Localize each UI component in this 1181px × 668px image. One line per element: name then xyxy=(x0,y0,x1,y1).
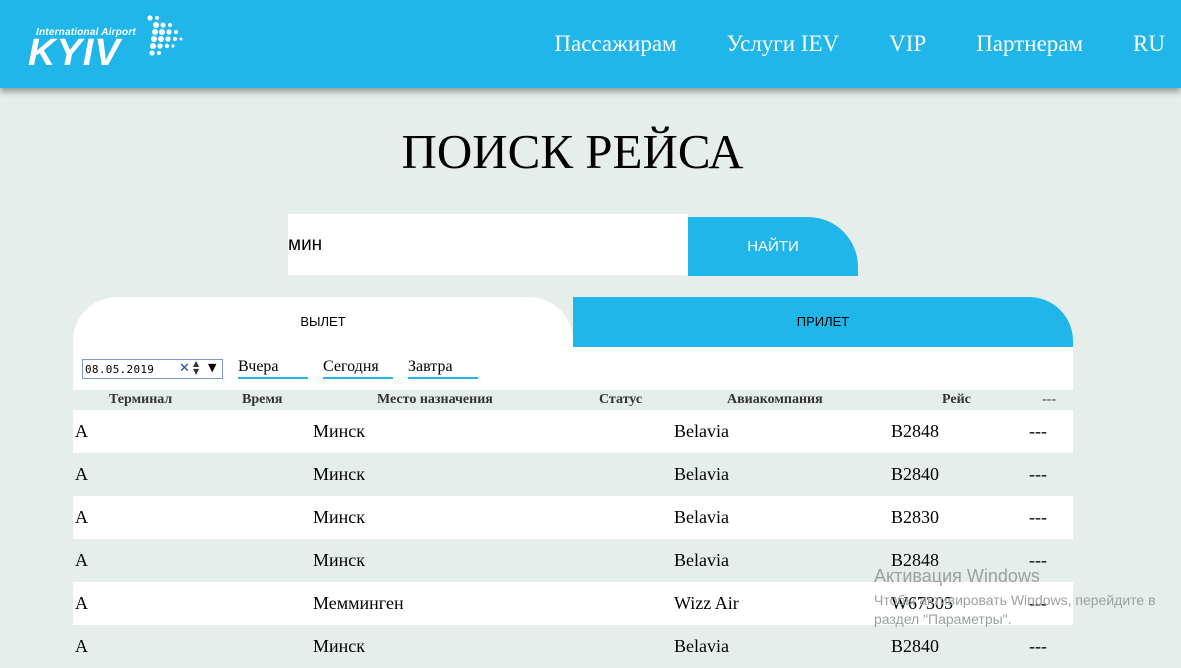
cell-destination: Минск xyxy=(313,464,366,484)
language-switcher[interactable]: RU xyxy=(1133,30,1165,58)
table-row[interactable]: A Минск Belavia B2840 --- xyxy=(73,453,1073,496)
page-title: ПОИСК РЕЙСА xyxy=(401,124,744,179)
windows-activation-title: Активация Windows xyxy=(874,566,1040,586)
kyiv-airport-logo[interactable]: International Airport KYIV xyxy=(28,14,188,74)
cell-extra: --- xyxy=(1029,507,1047,527)
table-row[interactable]: A Минск Belavia B2848 --- xyxy=(73,410,1073,453)
table-row[interactable]: A Минск Belavia B2830 --- xyxy=(73,496,1073,539)
cell-airline: Belavia xyxy=(674,550,729,570)
cell-destination: Минск xyxy=(313,507,366,527)
cell-extra: --- xyxy=(1029,421,1047,441)
date-picker-input[interactable]: 08.05.2019 ✕ ▲ ▼ ▼ xyxy=(82,359,223,379)
windows-activation-text: Чтобы активировать Windows, перейдите в … xyxy=(874,592,1156,627)
cell-flight: B2840 xyxy=(891,464,940,484)
header-flight[interactable]: Рейс xyxy=(942,390,971,410)
cell-extra: --- xyxy=(1029,636,1047,656)
date-value: 08.05.2019 xyxy=(85,363,155,376)
cell-airline: Belavia xyxy=(674,507,729,527)
tab-arrival[interactable]: ПРИЛЕТ xyxy=(573,297,1073,347)
cell-terminal: A xyxy=(75,636,88,656)
flight-search-input[interactable] xyxy=(288,214,688,275)
logo-dots-icon xyxy=(147,15,183,56)
cell-terminal: A xyxy=(75,593,88,613)
spinner-icon[interactable]: ▲ ▼ xyxy=(193,360,199,376)
logo-wordmark: KYIV xyxy=(28,32,121,74)
main-nav: Пассажирам Услуги IEV VIP Партнерам RU xyxy=(554,30,1165,58)
cell-destination: Мемминген xyxy=(313,593,404,613)
cell-flight: B2840 xyxy=(891,636,940,656)
header-time[interactable]: Время xyxy=(242,390,282,410)
today-button[interactable]: Сегодня xyxy=(323,358,393,379)
date-filter-bar: 08.05.2019 ✕ ▲ ▼ ▼ Вчера Сегодня Завтра xyxy=(73,347,1073,390)
dropdown-arrow-icon[interactable]: ▼ xyxy=(208,361,216,374)
cell-airline: Belavia xyxy=(674,421,729,441)
header-destination[interactable]: Место назначения xyxy=(377,390,493,410)
nav-vip[interactable]: VIP xyxy=(889,30,926,58)
table-row[interactable]: A Минск Belavia B2840 --- xyxy=(73,625,1073,668)
tab-departure[interactable]: ВЫЛЕТ xyxy=(73,297,573,347)
search-button-label: НАЙТИ xyxy=(747,238,799,255)
nav-partners[interactable]: Партнерам xyxy=(976,30,1083,58)
search-button[interactable]: НАЙТИ xyxy=(688,217,858,276)
nav-services-iev[interactable]: Услуги IEV xyxy=(727,30,840,58)
flights-table-header: Терминал Время Место назначения Статус А… xyxy=(73,390,1073,410)
cell-destination: Минск xyxy=(313,550,366,570)
header-terminal[interactable]: Терминал xyxy=(109,390,172,410)
nav-passengers[interactable]: Пассажирам xyxy=(554,30,676,58)
cell-airline: Wizz Air xyxy=(674,593,739,613)
cell-destination: Минск xyxy=(313,421,366,441)
cell-flight: B2830 xyxy=(891,507,940,527)
header-status[interactable]: Статус xyxy=(599,390,642,410)
cell-extra: --- xyxy=(1029,464,1047,484)
yesterday-button[interactable]: Вчера xyxy=(238,358,308,379)
cell-terminal: A xyxy=(75,421,88,441)
cell-terminal: A xyxy=(75,464,88,484)
tomorrow-button[interactable]: Завтра xyxy=(408,358,478,379)
cell-flight: B2848 xyxy=(891,421,940,441)
cell-terminal: A xyxy=(75,507,88,527)
clear-icon[interactable]: ✕ xyxy=(179,361,190,376)
cell-airline: Belavia xyxy=(674,636,729,656)
cell-destination: Минск xyxy=(313,636,366,656)
header-airline[interactable]: Авиакомпания xyxy=(727,390,823,410)
cell-airline: Belavia xyxy=(674,464,729,484)
cell-terminal: A xyxy=(75,550,88,570)
header-extra: --- xyxy=(1042,392,1056,407)
site-header: International Airport KYIV Пассажирам Ус… xyxy=(0,0,1181,88)
